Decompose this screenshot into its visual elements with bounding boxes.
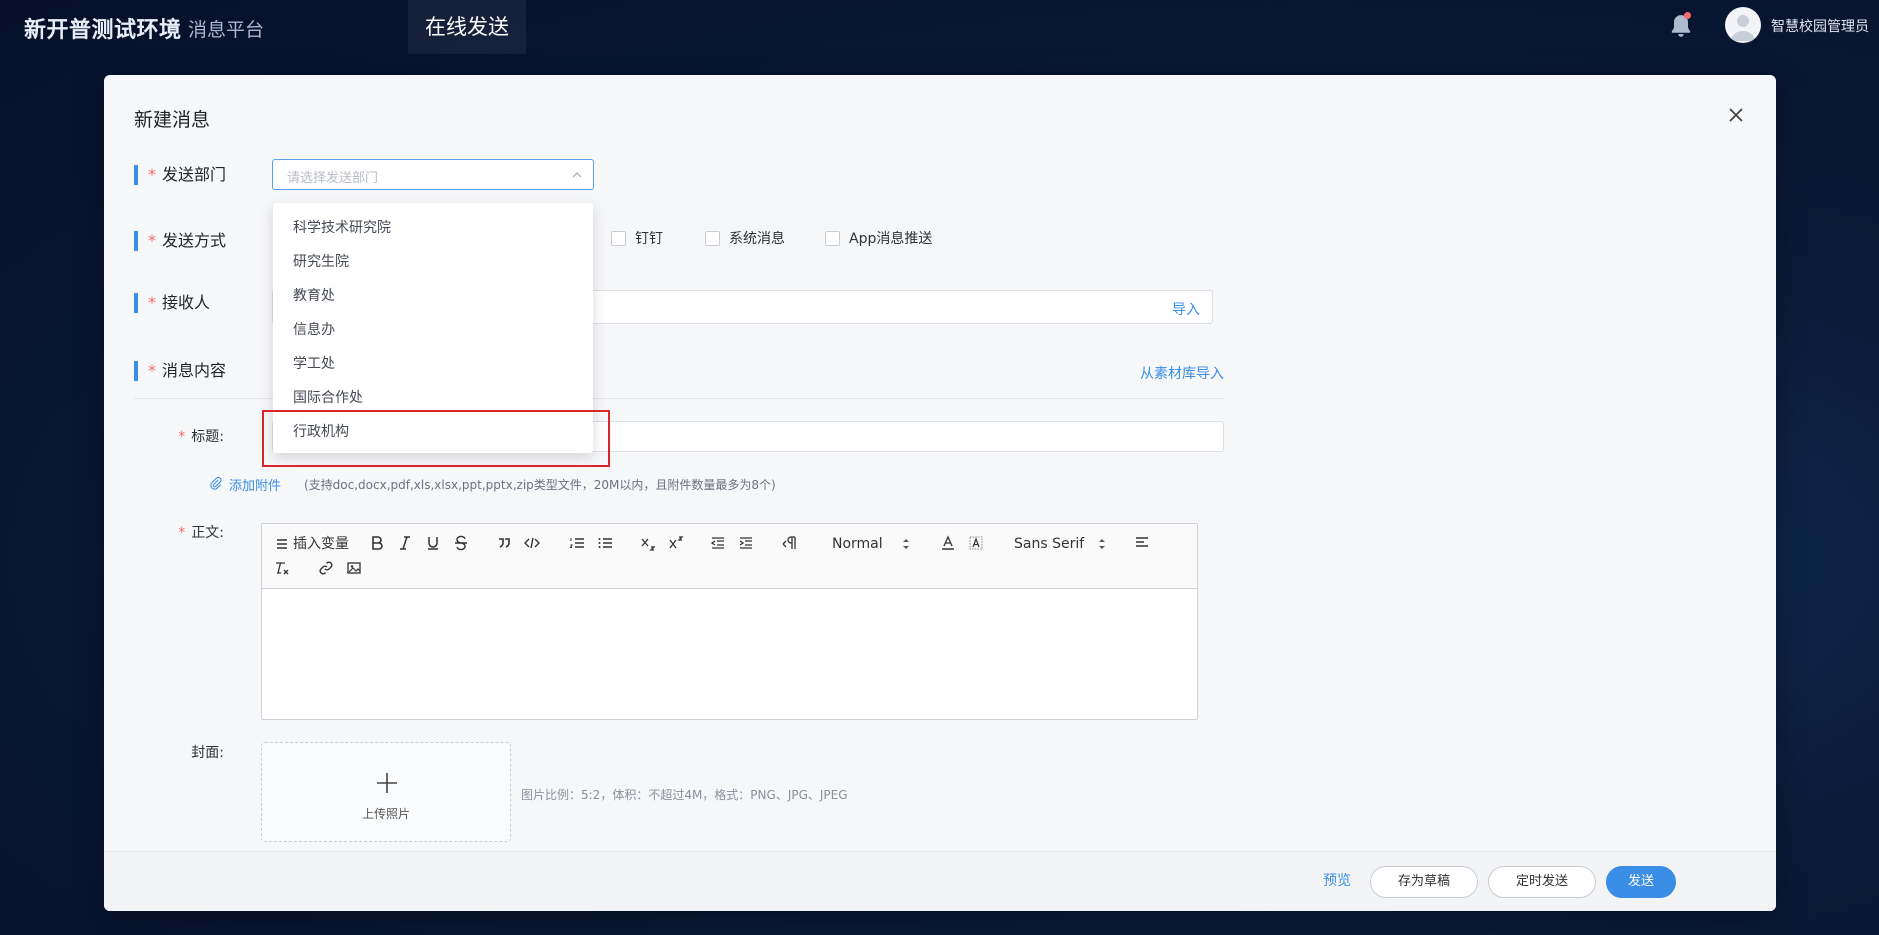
required-mark: *	[148, 165, 156, 184]
method-option-label: 钉钉	[635, 231, 663, 247]
highlight-box	[262, 410, 610, 467]
attachment-hint: (支持doc,docx,pdf,xls,xlsx,ppt,pptx,zip类型文…	[304, 478, 776, 492]
method-app-push-checkbox[interactable]: App消息推送	[825, 230, 932, 248]
text-direction-icon[interactable]	[782, 535, 798, 551]
cover-upload-box[interactable]: 上传照片	[261, 742, 511, 842]
import-from-library-link[interactable]: 从素材库导入	[1140, 363, 1224, 383]
image-icon[interactable]	[346, 560, 362, 576]
body-label: * 正文:	[164, 522, 224, 542]
send-button[interactable]: 发送	[1606, 866, 1676, 898]
nav-online-send[interactable]: 在线发送	[408, 0, 526, 54]
dialog-footer: 预览 存为草稿 定时发送 发送	[104, 851, 1776, 911]
receiver-label: * 接收人	[134, 293, 210, 313]
brand-title: 新开普测试环境	[24, 18, 182, 43]
insert-variable-button[interactable]: 插入变量	[293, 534, 349, 554]
background-color-icon[interactable]	[968, 535, 984, 551]
method-label-text: 发送方式	[162, 231, 227, 250]
avatar[interactable]	[1725, 7, 1761, 43]
indent-icon[interactable]	[738, 535, 754, 551]
superscript-icon[interactable]	[668, 535, 684, 551]
bullet-list-icon[interactable]	[597, 535, 613, 551]
notification-dot	[1684, 12, 1691, 19]
link-icon[interactable]	[318, 560, 334, 576]
checkbox[interactable]	[705, 231, 720, 246]
underline-icon[interactable]	[425, 535, 441, 551]
receiver-label-text: 接收人	[162, 293, 211, 312]
menu-icon	[277, 539, 287, 549]
select-arrows-icon	[1099, 539, 1105, 549]
strikethrough-icon[interactable]	[453, 535, 469, 551]
content-label-text: 消息内容	[162, 361, 227, 380]
body-label-text: 正文:	[191, 525, 224, 541]
font-family-select[interactable]: Sans Serif	[1014, 534, 1084, 554]
save-draft-button[interactable]: 存为草稿	[1370, 866, 1478, 898]
ordered-list-icon[interactable]	[569, 535, 585, 551]
method-system-message-checkbox[interactable]: 系统消息	[705, 230, 785, 248]
title-label: * 标题:	[164, 426, 224, 446]
dialog-title: 新建消息	[134, 109, 211, 131]
header-size-select[interactable]: Normal	[832, 534, 883, 554]
checkbox[interactable]	[825, 231, 840, 246]
clear-format-icon[interactable]	[274, 560, 290, 576]
import-link[interactable]: 导入	[1172, 299, 1200, 319]
department-label: * 发送部门	[134, 165, 226, 185]
user-name[interactable]: 智慧校园管理员	[1771, 16, 1869, 36]
blockquote-icon[interactable]	[496, 535, 512, 551]
preview-button[interactable]: 预览	[1312, 866, 1362, 898]
code-block-icon[interactable]	[524, 535, 540, 551]
dropdown-item[interactable]: 教育处	[293, 286, 335, 306]
bold-icon[interactable]	[369, 535, 385, 551]
paperclip-icon	[210, 476, 222, 490]
user-avatar-icon	[1731, 15, 1755, 41]
required-mark: *	[178, 429, 186, 445]
close-icon[interactable]	[1724, 103, 1748, 127]
new-message-dialog: 新建消息 * 发送部门 请选择发送部门 * 发送方式 钉钉 系统消息 App消息推送…	[104, 75, 1776, 911]
checkbox[interactable]	[611, 231, 626, 246]
chevron-up-icon	[572, 172, 582, 178]
scheduled-send-button[interactable]: 定时发送	[1488, 866, 1596, 898]
cover-label: 封面:	[191, 745, 224, 761]
add-attachment-link[interactable]: 添加附件	[209, 475, 281, 494]
required-mark: *	[148, 231, 156, 250]
select-arrows-icon	[903, 539, 909, 549]
department-label-text: 发送部门	[162, 165, 227, 184]
content-label: * 消息内容	[134, 361, 226, 381]
editor-toolbar: 插入变量 Normal Sans Serif	[262, 524, 1197, 589]
required-mark: *	[178, 525, 186, 541]
plus-icon	[377, 773, 397, 793]
rich-text-editor: 插入变量 Normal Sans Serif	[261, 523, 1198, 720]
platform-name: 消息平台	[188, 19, 265, 41]
top-bar: 新开普测试环境 消息平台 在线发送 智慧校园管理员	[0, 0, 1879, 54]
dropdown-item[interactable]: 信息办	[293, 320, 335, 340]
method-dingtalk-checkbox[interactable]: 钉钉	[611, 230, 663, 248]
add-attachment-label: 添加附件	[229, 479, 282, 494]
align-left-icon[interactable]	[1134, 535, 1150, 551]
italic-icon[interactable]	[397, 535, 413, 551]
cover-hint: 图片比例：5:2，体积：不超过4M，格式：PNG、JPG、JPEG	[521, 788, 848, 802]
department-select[interactable]: 请选择发送部门	[272, 159, 594, 190]
editor-content-area[interactable]	[262, 590, 1197, 720]
upload-photo-label: 上传照片	[361, 807, 410, 821]
dropdown-item[interactable]: 国际合作处	[293, 388, 363, 408]
required-mark: *	[148, 361, 156, 380]
method-option-label: 系统消息	[729, 231, 785, 247]
outdent-icon[interactable]	[710, 535, 726, 551]
dropdown-item[interactable]: 研究生院	[293, 252, 349, 272]
title-label-text: 标题:	[191, 429, 224, 445]
dropdown-item[interactable]: 学工处	[293, 354, 335, 374]
method-option-label: App消息推送	[849, 231, 933, 247]
font-color-icon[interactable]	[940, 535, 956, 551]
department-placeholder: 请选择发送部门	[287, 171, 379, 186]
dropdown-item[interactable]: 科学技术研究院	[293, 218, 391, 238]
subscript-icon[interactable]	[640, 535, 656, 551]
method-label: * 发送方式	[134, 231, 226, 251]
required-mark: *	[148, 293, 156, 312]
